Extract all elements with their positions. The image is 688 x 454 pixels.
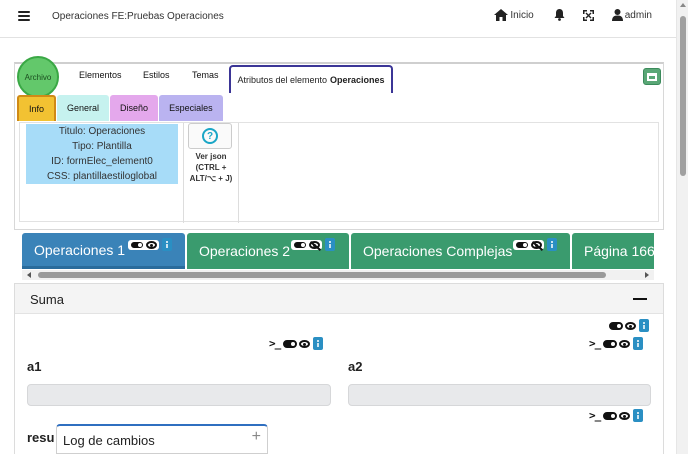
change-log-panel[interactable]: Log de cambios + <box>56 424 268 454</box>
terminal-icon[interactable]: >_ <box>589 337 601 350</box>
divider <box>238 123 239 223</box>
page-tab-label: Operaciones 2 <box>199 243 291 259</box>
eye-icon[interactable] <box>625 321 636 330</box>
terminal-icon[interactable]: >_ <box>589 409 601 422</box>
page-tab-label: Operaciones Complejas <box>363 243 513 259</box>
archivo-button[interactable]: Archivo <box>17 56 59 98</box>
tab-temas[interactable]: Temas <box>192 70 219 80</box>
eye-icon[interactable] <box>619 339 631 348</box>
suma-title: Suma <box>30 292 64 307</box>
subtab-diseno[interactable]: Diseño <box>110 95 159 121</box>
field-a2-controls: >_ <box>589 337 644 350</box>
page-tab-operaciones-complejas[interactable]: Operaciones Complejas <box>351 233 570 269</box>
attributes-editor: Archivo Elementos Estilos Temas Atributo… <box>14 56 664 230</box>
field-a2-label: a2 <box>348 359 363 374</box>
view-json[interactable]: ? Ver json (CTRL + ALT/⌥ + J) <box>188 123 234 195</box>
tab-estilos[interactable]: Estilos <box>143 70 170 80</box>
field-resu-controls: >_ <box>589 409 644 422</box>
tab-atributos-prefix: Atributos del elemento <box>237 75 328 85</box>
top-bar: Operaciones FE:Pruebas Operaciones Inici… <box>0 0 676 38</box>
tab-atributos-element: Operaciones <box>330 75 385 85</box>
toggle-icon[interactable] <box>515 240 529 249</box>
change-log-label: Log de cambios <box>63 433 155 448</box>
scrollbar-thumb[interactable] <box>38 272 606 278</box>
view-json-shortcut-2: ALT/⌥ + J) <box>189 174 233 183</box>
scroll-left-icon[interactable] <box>27 272 31 278</box>
home-link[interactable]: Inicio <box>494 9 534 21</box>
page-scrollbar[interactable] <box>676 0 688 454</box>
toggle-icon[interactable] <box>130 240 144 249</box>
subtab-general[interactable]: General <box>57 95 110 121</box>
panel-controls <box>609 319 649 332</box>
view-json-shortcut-1: (CTRL + <box>195 163 227 172</box>
editor-tabs: Archivo Elementos Estilos Temas Atributo… <box>15 56 663 98</box>
view-json-button[interactable]: ? <box>188 123 232 149</box>
notifications-button[interactable] <box>554 9 565 21</box>
bell-icon <box>554 9 565 21</box>
page-tab-label: Operaciones 1 <box>34 241 126 258</box>
page-tab-pagina-166[interactable]: Página 166 <box>572 233 654 269</box>
field-a2-input[interactable] <box>348 384 651 406</box>
top-nav: Inicio admin <box>480 9 652 21</box>
subtab-especiales[interactable]: Especiales <box>159 95 223 121</box>
toggle-icon[interactable] <box>603 411 618 420</box>
kebab-icon[interactable] <box>633 409 644 422</box>
page-tab-label: Página 166 <box>584 243 654 259</box>
home-label: Inicio <box>510 9 534 21</box>
fullscreen-button[interactable] <box>582 9 594 21</box>
kebab-icon[interactable] <box>325 238 335 251</box>
field-a1-label: a1 <box>27 359 42 374</box>
user-label: admin <box>624 9 652 21</box>
kebab-icon[interactable] <box>547 238 557 251</box>
kebab-icon[interactable] <box>633 337 644 350</box>
tab-elementos[interactable]: Elementos <box>79 70 122 80</box>
scroll-up-icon[interactable] <box>680 3 686 7</box>
eye-icon[interactable] <box>299 339 311 348</box>
kebab-icon[interactable] <box>639 319 649 332</box>
minus-icon[interactable] <box>633 298 647 300</box>
kebab-icon[interactable] <box>162 238 172 251</box>
toggle-icon[interactable] <box>283 339 298 348</box>
toggle-icon[interactable] <box>609 321 623 330</box>
info-area: Titulo: Operaciones Tipo: Plantilla ID: … <box>19 122 659 223</box>
toggle-icon[interactable] <box>293 240 307 249</box>
toggle-icon[interactable] <box>603 339 618 348</box>
save-button[interactable] <box>643 68 661 85</box>
help-icon: ? <box>202 128 218 144</box>
subtab-info[interactable]: Info <box>17 95 57 121</box>
tab-atributos[interactable]: Atributos del elemento Operaciones <box>229 65 393 93</box>
page-tab-operaciones-2[interactable]: Operaciones 2 <box>187 233 349 269</box>
eye-icon[interactable] <box>146 240 157 249</box>
home-icon <box>494 9 509 21</box>
prop-css: CSS: plantillaestiloglobal <box>46 171 158 182</box>
field-resu-label: resu <box>27 430 55 445</box>
prop-titulo: Titulo: Operaciones <box>58 126 146 137</box>
page-tabs: Operaciones 1 Operaciones 2 Operaciones … <box>22 233 654 269</box>
menu-icon[interactable] <box>18 11 30 21</box>
eye-slash-icon[interactable] <box>531 240 542 249</box>
tabs-scrollbar[interactable] <box>22 270 654 280</box>
divider <box>183 123 184 223</box>
scroll-right-icon[interactable] <box>645 272 649 278</box>
prop-tipo: Tipo: Plantilla <box>72 141 132 152</box>
fullscreen-icon <box>582 9 594 21</box>
view-json-label: Ver json <box>195 152 227 161</box>
element-properties: Titulo: Operaciones Tipo: Plantilla ID: … <box>26 124 178 184</box>
app-title: Operaciones FE:Pruebas Operaciones <box>52 11 224 22</box>
eye-slash-icon[interactable] <box>309 240 320 249</box>
editor-subtabs: Info General Diseño Especiales <box>17 95 224 121</box>
field-a1-controls: >_ <box>269 337 324 350</box>
user-menu[interactable]: admin <box>611 9 652 21</box>
prop-id: ID: formElec_element0 <box>51 156 153 167</box>
kebab-icon[interactable] <box>313 337 324 350</box>
scrollbar-thumb[interactable] <box>680 16 686 176</box>
terminal-icon[interactable]: >_ <box>269 337 281 350</box>
user-icon <box>611 9 623 21</box>
page-tab-operaciones-1[interactable]: Operaciones 1 <box>22 233 185 269</box>
suma-header[interactable]: Suma <box>15 284 663 314</box>
save-icon <box>647 72 657 81</box>
field-a1-input[interactable] <box>27 384 331 406</box>
eye-icon[interactable] <box>619 411 631 420</box>
plus-icon[interactable]: + <box>252 428 261 446</box>
